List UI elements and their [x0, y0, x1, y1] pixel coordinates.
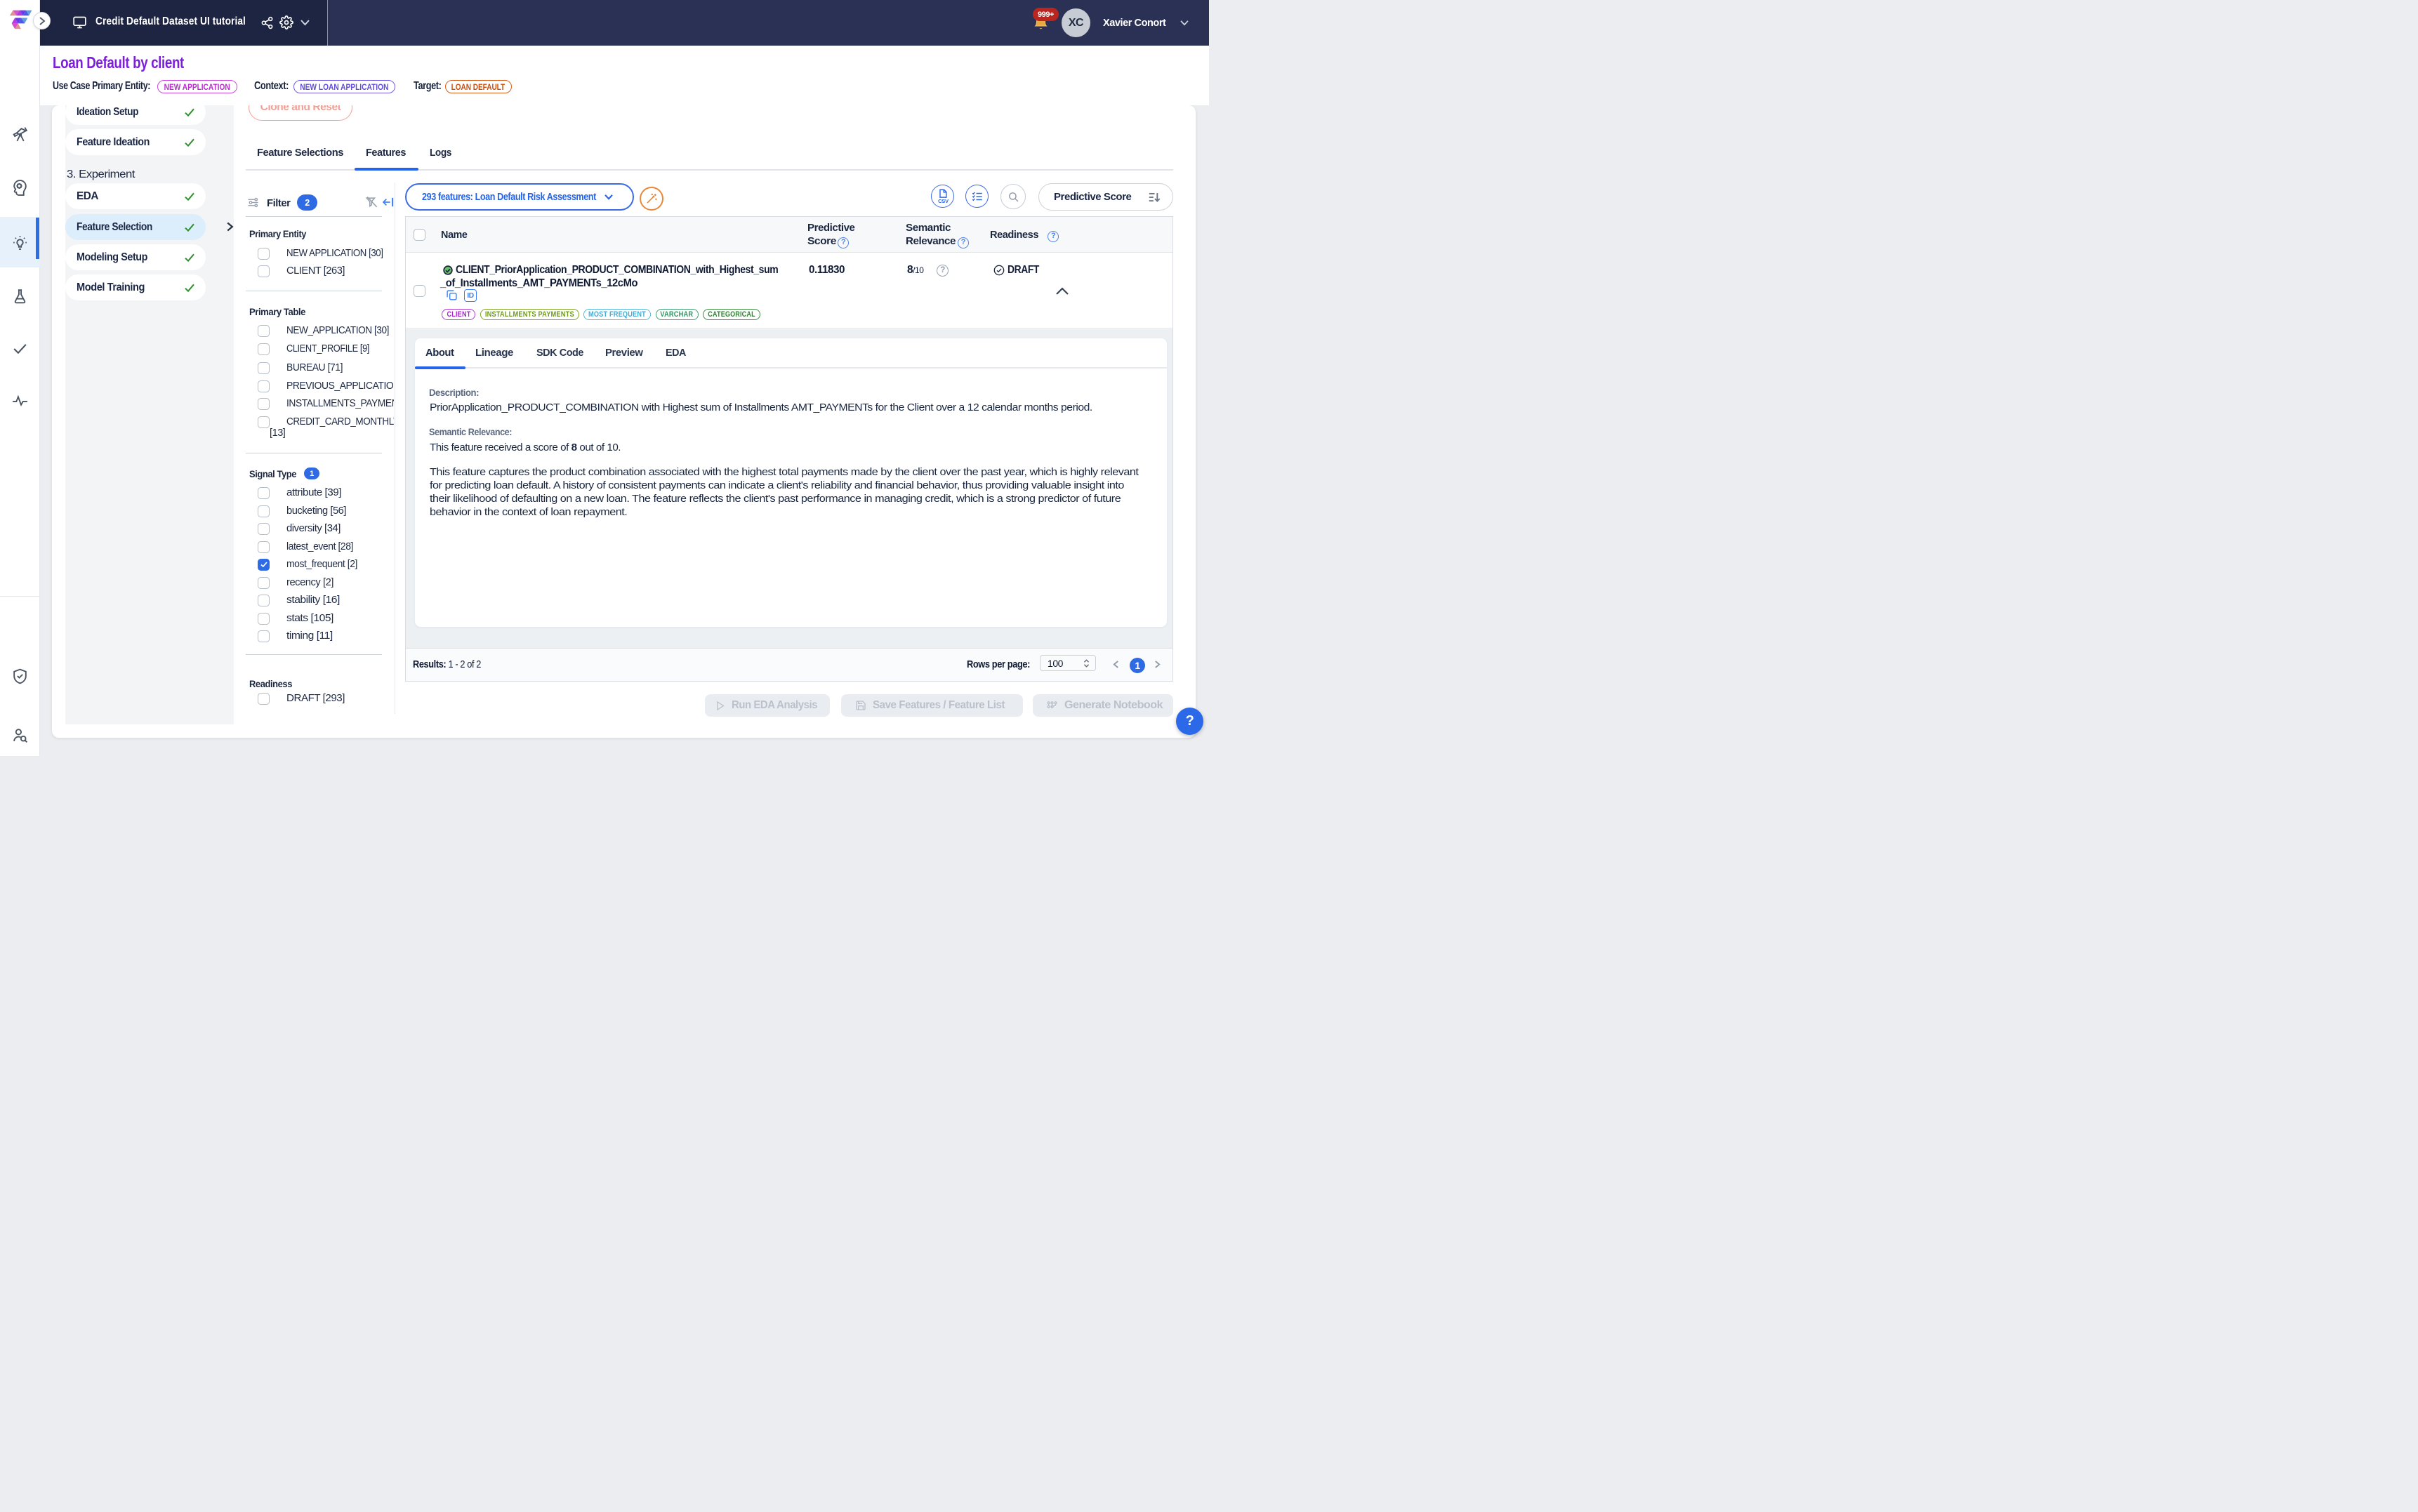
svg-text:CSV: CSV	[938, 198, 949, 204]
